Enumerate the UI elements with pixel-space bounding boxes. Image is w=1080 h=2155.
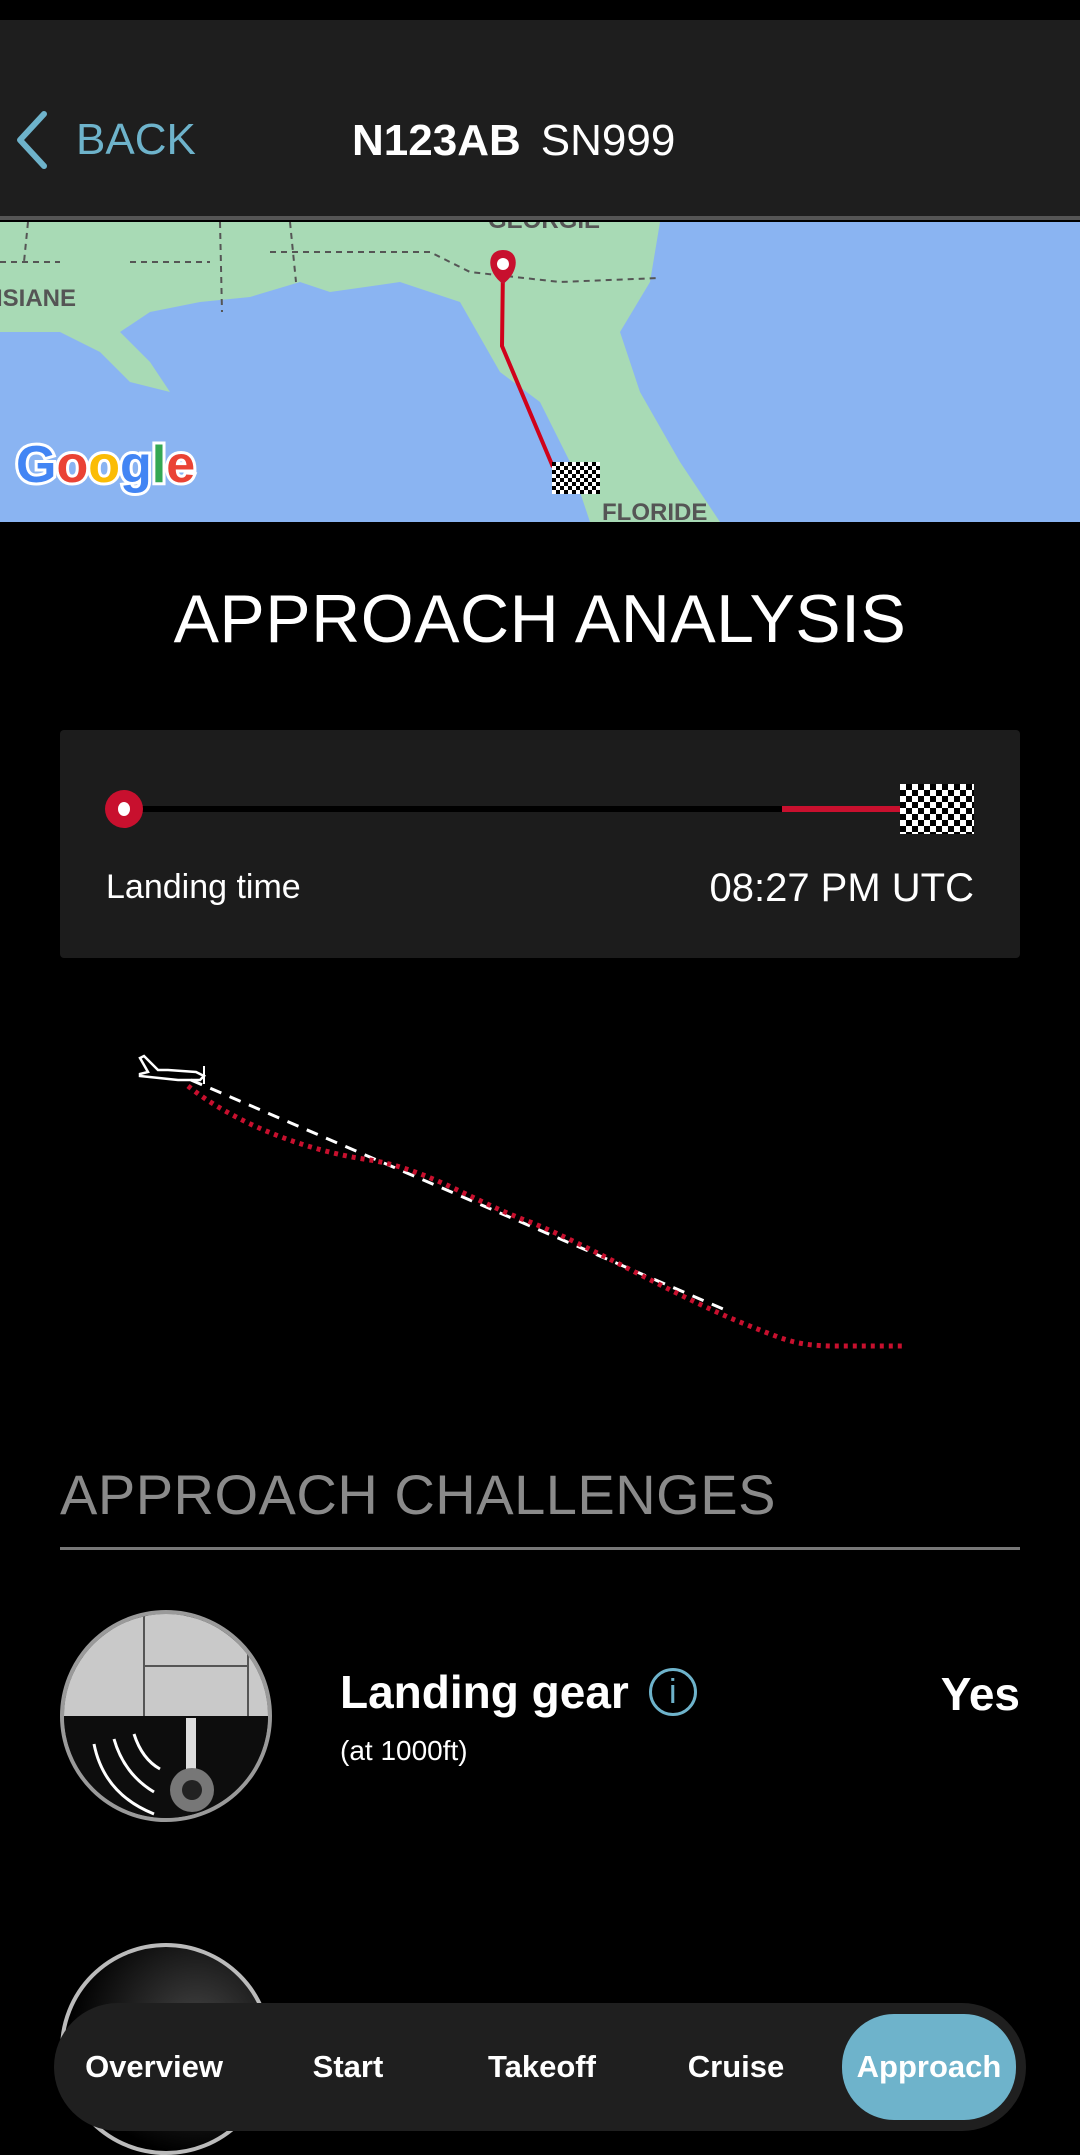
divider (60, 1547, 1020, 1550)
app-header: BACK N123AB SN999 (0, 20, 1080, 220)
map-canvas: GEORGIE ISIANE FLORIDE Google (0, 222, 720, 522)
chevron-left-icon (17, 111, 47, 169)
aircraft-title: N123AB SN999 (352, 116, 675, 166)
back-button[interactable]: BACK (14, 110, 196, 170)
registration: N123AB (352, 116, 521, 165)
route-map[interactable]: GEORGIE ISIANE FLORIDE Google (0, 222, 1080, 522)
challenge-sub: (at 1000ft) (340, 1735, 468, 1766)
destination-flag-icon (552, 462, 600, 494)
timeline-start-icon (105, 790, 143, 828)
serial-number: SN999 (540, 116, 676, 165)
challenge-value: Yes (940, 1668, 1020, 1720)
landing-timeline-card: Landing time 08:27 PM UTC (60, 730, 1020, 958)
airplane-icon (138, 1054, 207, 1084)
tab-takeoff[interactable]: Takeoff (442, 2049, 642, 2085)
tab-approach[interactable]: Approach (842, 2014, 1016, 2120)
checkered-flag-icon (900, 784, 974, 834)
tab-cruise[interactable]: Cruise (642, 2049, 830, 2085)
info-icon[interactable]: i (648, 1668, 697, 1716)
glide-slope-line (190, 1078, 731, 1314)
landing-time-label: Landing time (106, 868, 301, 906)
challenge-item-landing-gear: Landing gear i (340, 1665, 697, 1719)
map-label-louisiana: ISIANE (0, 285, 76, 312)
challenges-title: APPROACH CHALLENGES (60, 1463, 776, 1526)
landing-time-value: 08:27 PM UTC (709, 866, 974, 910)
tab-overview[interactable]: Overview (54, 2049, 254, 2085)
landing-gear-icon (60, 1610, 272, 1822)
bottom-tab-bar: Overview Start Takeoff Cruise Approach (54, 2003, 1026, 2131)
map-label-florida: FLORIDE (602, 499, 707, 522)
approach-profile-chart (138, 1054, 905, 1349)
tab-start[interactable]: Start (254, 2049, 442, 2085)
back-label: BACK (76, 115, 196, 164)
map-label-georgia: GEORGIE (488, 222, 600, 234)
page-title: APPROACH ANALYSIS (173, 581, 907, 657)
timeline-progress (782, 806, 902, 812)
status-bar (0, 0, 1080, 20)
google-logo: Google (16, 436, 195, 494)
challenge-name: Landing gear (340, 1666, 629, 1718)
